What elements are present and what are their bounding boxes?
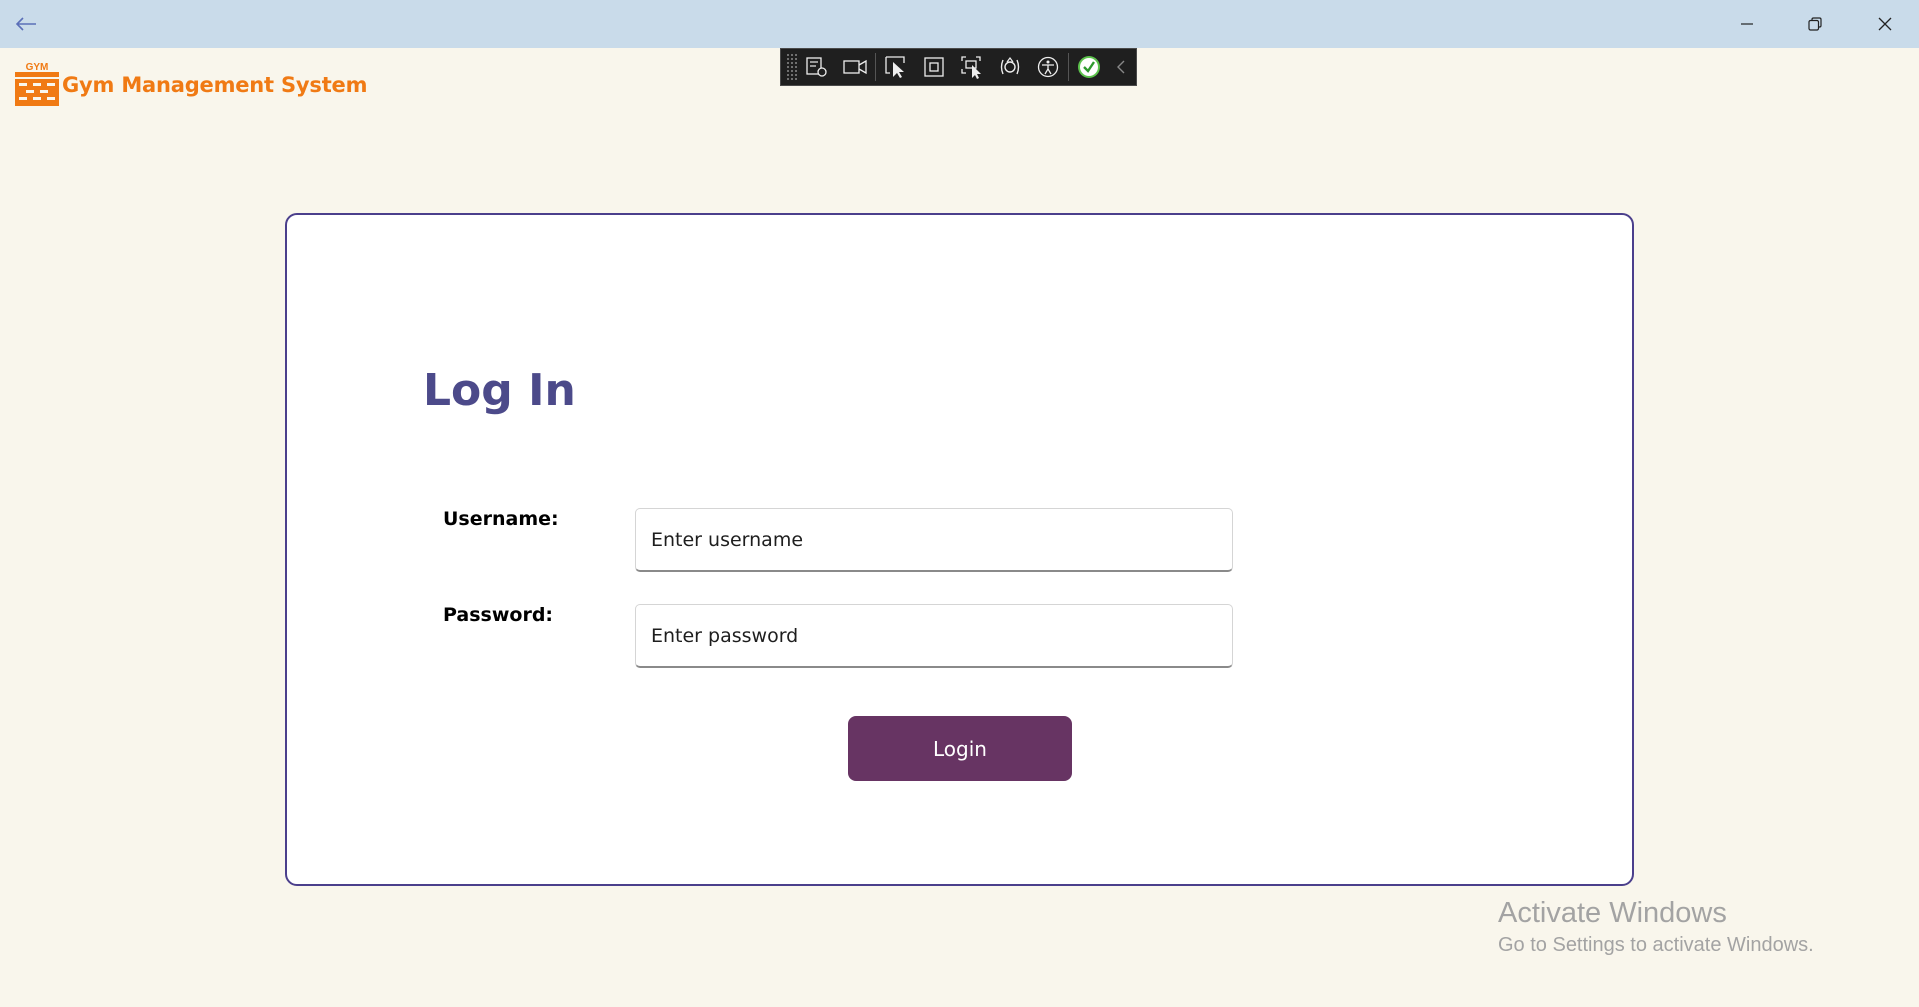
password-input[interactable] — [635, 604, 1233, 668]
title-bar — [0, 0, 1919, 48]
back-button[interactable] — [10, 10, 42, 38]
binding-check-button[interactable] — [1070, 50, 1108, 84]
live-visual-tree-button[interactable] — [798, 50, 836, 84]
login-heading: Log In — [423, 365, 576, 416]
login-button[interactable]: Login — [848, 716, 1072, 781]
back-arrow-icon — [15, 17, 36, 31]
record-icon — [843, 59, 867, 75]
binding-check-icon — [1078, 56, 1100, 78]
username-input[interactable] — [635, 508, 1233, 572]
toolbar-grip[interactable] — [786, 53, 798, 81]
username-label: Username: — [443, 508, 559, 530]
minimize-icon — [1741, 23, 1753, 25]
svg-text:GYM: GYM — [26, 62, 49, 73]
gym-logo-icon: GYM — [15, 62, 59, 106]
display-layout-adorners-icon — [924, 57, 944, 77]
display-layout-adorners-button[interactable] — [915, 50, 953, 84]
select-element-button[interactable] — [877, 50, 915, 84]
live-visual-tree-icon — [806, 57, 827, 77]
restore-icon — [1808, 17, 1822, 31]
track-focus-button[interactable] — [953, 50, 991, 84]
close-button[interactable] — [1851, 0, 1919, 48]
toolbar-separator — [1068, 53, 1069, 81]
debug-toolbar — [780, 48, 1137, 86]
restore-button[interactable] — [1781, 0, 1849, 48]
password-label: Password: — [443, 604, 554, 626]
track-focus-icon — [961, 56, 981, 79]
watermark-title: Activate Windows — [1498, 897, 1727, 929]
accessibility-icon — [1037, 56, 1059, 78]
collapse-chevron-icon — [1117, 60, 1125, 74]
accessibility-button[interactable] — [1029, 50, 1067, 84]
hot-reload-icon — [1000, 57, 1020, 75]
watermark-subtitle: Go to Settings to activate Windows. — [1498, 934, 1814, 956]
app-title: Gym Management System — [62, 73, 368, 97]
select-element-icon — [885, 56, 905, 78]
app-logo: GYM Gym Management System — [14, 60, 367, 108]
login-card: Log In Username: Password: Login — [285, 213, 1634, 886]
minimize-button[interactable] — [1713, 0, 1781, 48]
record-button[interactable] — [836, 50, 874, 84]
hot-reload-button[interactable] — [991, 50, 1029, 84]
close-icon — [1878, 17, 1892, 31]
activation-watermark: Activate Windows Go to Settings to activ… — [1498, 895, 1814, 959]
collapse-toolbar-button[interactable] — [1108, 50, 1134, 84]
toolbar-separator — [875, 53, 876, 81]
